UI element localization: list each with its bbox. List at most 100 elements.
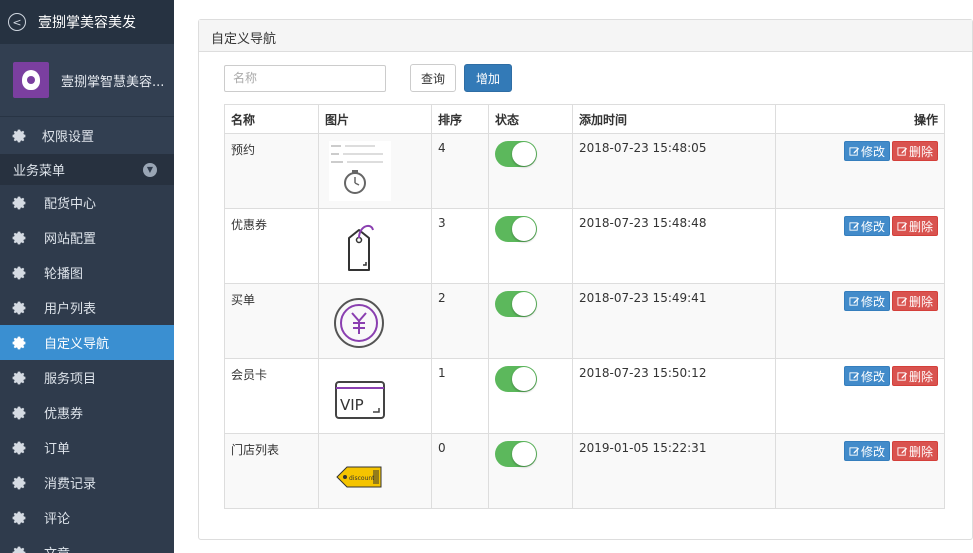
cell-image	[318, 133, 432, 209]
sidebar-item[interactable]: 配货中心	[0, 185, 174, 220]
sidebar-group-label: 业务菜单	[13, 164, 66, 179]
gear-icon	[12, 371, 26, 384]
edit-icon	[849, 221, 860, 231]
query-button[interactable]: 查询	[410, 64, 457, 92]
delete-button[interactable]: 删除	[891, 366, 938, 386]
profile-name: 壹捌掌智慧美容...	[61, 74, 165, 90]
edit-icon	[849, 296, 860, 306]
cell-status	[488, 283, 573, 359]
sidebar-item-permission[interactable]: 权限设置	[0, 117, 174, 154]
cell-actions: 修改 删除	[775, 358, 945, 434]
gear-icon	[12, 511, 26, 524]
delete-button[interactable]: 删除	[891, 216, 938, 236]
discount-tag-icon: discount	[329, 441, 391, 501]
header-time: 添加时间	[572, 104, 776, 134]
sidebar-item-label: 评论	[44, 512, 71, 527]
gear-icon	[12, 231, 26, 244]
edit-icon	[897, 446, 908, 456]
add-button[interactable]: 增加	[464, 64, 513, 92]
gear-icon	[12, 129, 26, 142]
svg-text:discount: discount	[349, 475, 375, 482]
gear-icon	[12, 266, 26, 279]
sidebar-item[interactable]: 自定义导航	[0, 325, 174, 360]
sidebar-item[interactable]: 消费记录	[0, 465, 174, 500]
delete-label: 删除	[908, 294, 933, 309]
chevron-down-icon: ▼	[143, 162, 157, 177]
cell-actions: 修改 删除	[775, 283, 945, 359]
status-toggle[interactable]	[495, 441, 537, 467]
gear-icon	[12, 441, 26, 454]
sidebar-item[interactable]: 订单	[0, 430, 174, 465]
table-row: 预约 4 2018-07-23 15:48:05 修改 删除	[224, 133, 945, 209]
cell-time: 2018-07-23 15:50:12	[572, 358, 776, 434]
sidebar-item-label: 配货中心	[44, 197, 97, 212]
delete-label: 删除	[908, 144, 933, 159]
edit-label: 修改	[860, 294, 885, 309]
gear-icon	[12, 196, 26, 209]
sidebar-item[interactable]: 轮播图	[0, 255, 174, 290]
sidebar-header: < 壹捌掌美容美发	[0, 0, 174, 44]
cell-image	[318, 208, 432, 284]
sidebar-item-label: 订单	[44, 442, 71, 457]
edit-icon	[897, 146, 908, 156]
cell-name: 优惠券	[224, 208, 319, 284]
sidebar-item-label: 文章	[44, 543, 70, 553]
delete-button[interactable]: 删除	[891, 141, 938, 161]
status-toggle[interactable]	[495, 366, 537, 392]
edit-icon	[897, 221, 908, 231]
sidebar-item-label: 服务项目	[44, 372, 97, 387]
sidebar-item[interactable]: 服务项目	[0, 360, 174, 395]
search-input[interactable]	[224, 64, 386, 92]
sidebar-item-label: 优惠券	[44, 407, 84, 422]
sidebar-item[interactable]: 文章	[0, 535, 174, 553]
edit-label: 修改	[860, 219, 885, 234]
delete-label: 删除	[908, 219, 933, 234]
status-toggle[interactable]	[495, 216, 537, 242]
edit-button[interactable]: 修改	[843, 291, 890, 311]
appointment-screenshot-thumbnail	[329, 141, 391, 201]
sidebar-item[interactable]: 评论	[0, 500, 174, 535]
sidebar: < 壹捌掌美容美发 壹捌掌智慧美容... 权限设置 业务菜单 ▼ 配货中心网站配…	[0, 0, 174, 553]
delete-button[interactable]: 删除	[891, 291, 938, 311]
cell-image: discount	[318, 433, 432, 509]
cell-sort: 0	[431, 433, 489, 509]
cell-status	[488, 133, 573, 209]
cell-image: VIP	[318, 358, 432, 434]
gear-icon	[12, 406, 26, 419]
table-row: 门店列表 discount 0 2019-01-05 15:22:31 修改 删除	[224, 433, 945, 509]
back-arrow-icon[interactable]: <	[8, 13, 26, 31]
sidebar-item[interactable]: 网站配置	[0, 220, 174, 255]
sidebar-item[interactable]: 用户列表	[0, 290, 174, 325]
cell-sort: 1	[431, 358, 489, 434]
vip-card-icon: VIP	[329, 366, 391, 426]
edit-button[interactable]: 修改	[843, 216, 890, 236]
table-row: 优惠券 3 2018-07-23 15:48:48 修改 删除	[224, 208, 945, 284]
status-toggle[interactable]	[495, 291, 537, 317]
gear-icon	[12, 336, 26, 349]
cell-status	[488, 358, 573, 434]
delete-button[interactable]: 删除	[891, 441, 938, 461]
edit-button[interactable]: 修改	[843, 366, 890, 386]
edit-icon	[897, 296, 908, 306]
delete-label: 删除	[908, 444, 933, 459]
edit-icon	[849, 146, 860, 156]
sidebar-group-business[interactable]: 业务菜单 ▼	[0, 154, 174, 185]
header-actions: 操作	[775, 104, 945, 134]
edit-button[interactable]: 修改	[843, 141, 890, 161]
cell-time: 2018-07-23 15:49:41	[572, 283, 776, 359]
header-image: 图片	[318, 104, 432, 134]
cell-actions: 修改 删除	[775, 208, 945, 284]
status-toggle[interactable]	[495, 141, 537, 167]
sidebar-item-label: 轮播图	[44, 267, 84, 282]
header-sort: 排序	[431, 104, 489, 134]
profile[interactable]: 壹捌掌智慧美容...	[0, 44, 174, 117]
sidebar-item[interactable]: 优惠券	[0, 395, 174, 430]
cell-actions: 修改 删除	[775, 133, 945, 209]
main-content: 自定义导航 查询 增加 名称 图片 排序 状态 添加时间 操作 预约 4 2018-…	[174, 0, 973, 553]
cell-sort: 4	[431, 133, 489, 209]
edit-icon	[897, 371, 908, 381]
delete-label: 删除	[908, 369, 933, 384]
nav-panel: 自定义导航 查询 增加 名称 图片 排序 状态 添加时间 操作 预约 4 2018-…	[198, 19, 973, 540]
edit-button[interactable]: 修改	[843, 441, 890, 461]
avatar	[13, 62, 49, 98]
